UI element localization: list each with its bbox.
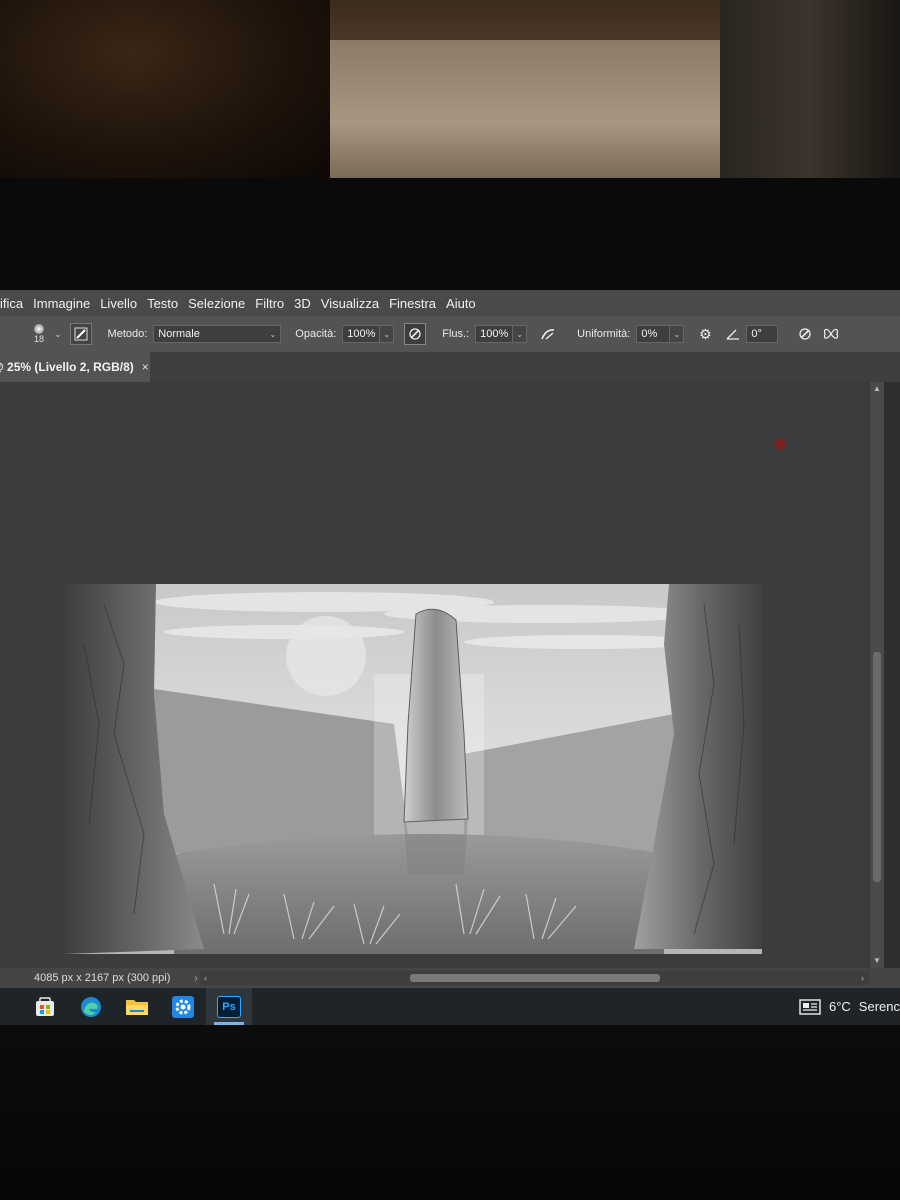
opacity-field[interactable]: 100% <box>342 325 381 343</box>
menu-bar: ifica Immagine Livello Testo Selezione F… <box>0 290 900 316</box>
menu-item-livello[interactable]: Livello <box>100 296 137 311</box>
brush-settings-toggle-icon[interactable] <box>69 323 92 345</box>
horizontal-scroll-thumb[interactable] <box>410 974 660 982</box>
tool-options-bar: 18 ⌄ Metodo: Normale ⌄ Opacità: 100% ⌄ F… <box>0 316 900 352</box>
menu-item-visualizza[interactable]: Visualizza <box>321 296 379 311</box>
canvas-area[interactable] <box>0 382 868 968</box>
menu-item-finestra[interactable]: Finestra <box>389 296 436 311</box>
angle-icon[interactable] <box>722 323 744 345</box>
scroll-up-icon[interactable]: ▲ <box>870 382 884 396</box>
menu-item-aiuto[interactable]: Aiuto <box>446 296 476 311</box>
chevron-down-icon[interactable]: ⌄ <box>54 329 62 340</box>
vertical-scrollbar[interactable]: ▲ ▼ <box>870 382 884 968</box>
flow-field[interactable]: 100% <box>475 325 514 343</box>
chevron-down-icon[interactable]: ⌄ <box>380 325 395 343</box>
close-icon[interactable]: × <box>142 360 149 374</box>
system-tray: 6°C Serenc <box>799 988 900 1025</box>
pressure-opacity-icon[interactable] <box>404 323 427 345</box>
canvas-artwork <box>64 584 762 954</box>
mode-label: Metodo: <box>107 328 148 340</box>
weather-temperature[interactable]: 6°C <box>829 999 851 1014</box>
menu-item-3d[interactable]: 3D <box>294 296 311 311</box>
opacity-label: Opacità: <box>295 328 337 340</box>
photoshop-icon[interactable]: Ps <box>206 988 252 1025</box>
start-icon[interactable] <box>22 988 68 1025</box>
flow-label: Flus.: <box>442 328 470 340</box>
menu-item-filtro[interactable]: Filtro <box>255 296 284 311</box>
monitor-bezel-top <box>0 178 900 290</box>
angle-field[interactable]: 0° <box>746 325 779 343</box>
news-widget-icon[interactable] <box>799 998 821 1015</box>
red-marker <box>774 438 786 450</box>
screen: ifica Immagine Livello Testo Selezione F… <box>0 290 900 1025</box>
horizontal-scrollbar[interactable]: ‹ › <box>200 971 870 985</box>
file-explorer-icon[interactable] <box>114 988 160 1025</box>
edge-icon[interactable] <box>68 988 114 1025</box>
monitor-bezel-bottom <box>0 1025 900 1200</box>
brush-tip-icon <box>34 324 44 334</box>
butterfly-icon[interactable] <box>820 323 842 345</box>
panel-edge <box>884 382 900 968</box>
menu-item-immagine[interactable]: Immagine <box>33 296 90 311</box>
menu-item-selezione[interactable]: Selezione <box>188 296 245 311</box>
brush-preset-picker[interactable]: 18 <box>28 319 50 349</box>
document-size-info: 4085 px x 2167 px (300 ppi) <box>34 972 171 984</box>
gear-icon[interactable]: ⚙ <box>694 323 716 345</box>
smoothing-label: Uniformità: <box>577 328 631 340</box>
vertical-scroll-thumb[interactable] <box>873 652 881 882</box>
weather-description[interactable]: Serenc <box>859 999 900 1014</box>
pressure-size-icon[interactable] <box>794 323 816 345</box>
smoothing-field[interactable]: 0% <box>636 325 671 343</box>
chevron-down-icon: ⌄ <box>269 329 277 339</box>
scroll-left-icon[interactable]: ‹ <box>204 971 207 985</box>
background-room <box>0 0 900 178</box>
document-tab-bar: @ 25% (Livello 2, RGB/8) × <box>0 352 900 382</box>
chevron-down-icon[interactable]: ⌄ <box>513 325 528 343</box>
chevron-right-icon[interactable]: › <box>194 973 197 984</box>
brush-size: 18 <box>33 334 44 344</box>
document-tab[interactable]: @ 25% (Livello 2, RGB/8) × <box>0 352 150 382</box>
chair <box>0 0 330 178</box>
document-tab-title: @ 25% (Livello 2, RGB/8) <box>0 360 134 374</box>
mode-value: Normale <box>158 328 200 340</box>
status-bar: 4085 px x 2167 px (300 ppi) › ‹ › <box>0 968 900 988</box>
chevron-down-icon[interactable]: ⌄ <box>670 325 685 343</box>
mode-select[interactable]: Normale ⌄ <box>153 325 282 343</box>
scroll-right-icon[interactable]: › <box>861 971 864 985</box>
settings-icon[interactable] <box>160 988 206 1025</box>
menu-item-testo[interactable]: Testo <box>147 296 178 311</box>
shelf <box>720 0 900 178</box>
photoshop-label: Ps <box>222 1000 236 1013</box>
menu-item-modifica[interactable]: ifica <box>0 296 23 311</box>
taskbar: Ps 6°C Serenc <box>0 988 900 1025</box>
airbrush-icon[interactable] <box>537 323 559 345</box>
scroll-down-icon[interactable]: ▼ <box>870 954 884 968</box>
